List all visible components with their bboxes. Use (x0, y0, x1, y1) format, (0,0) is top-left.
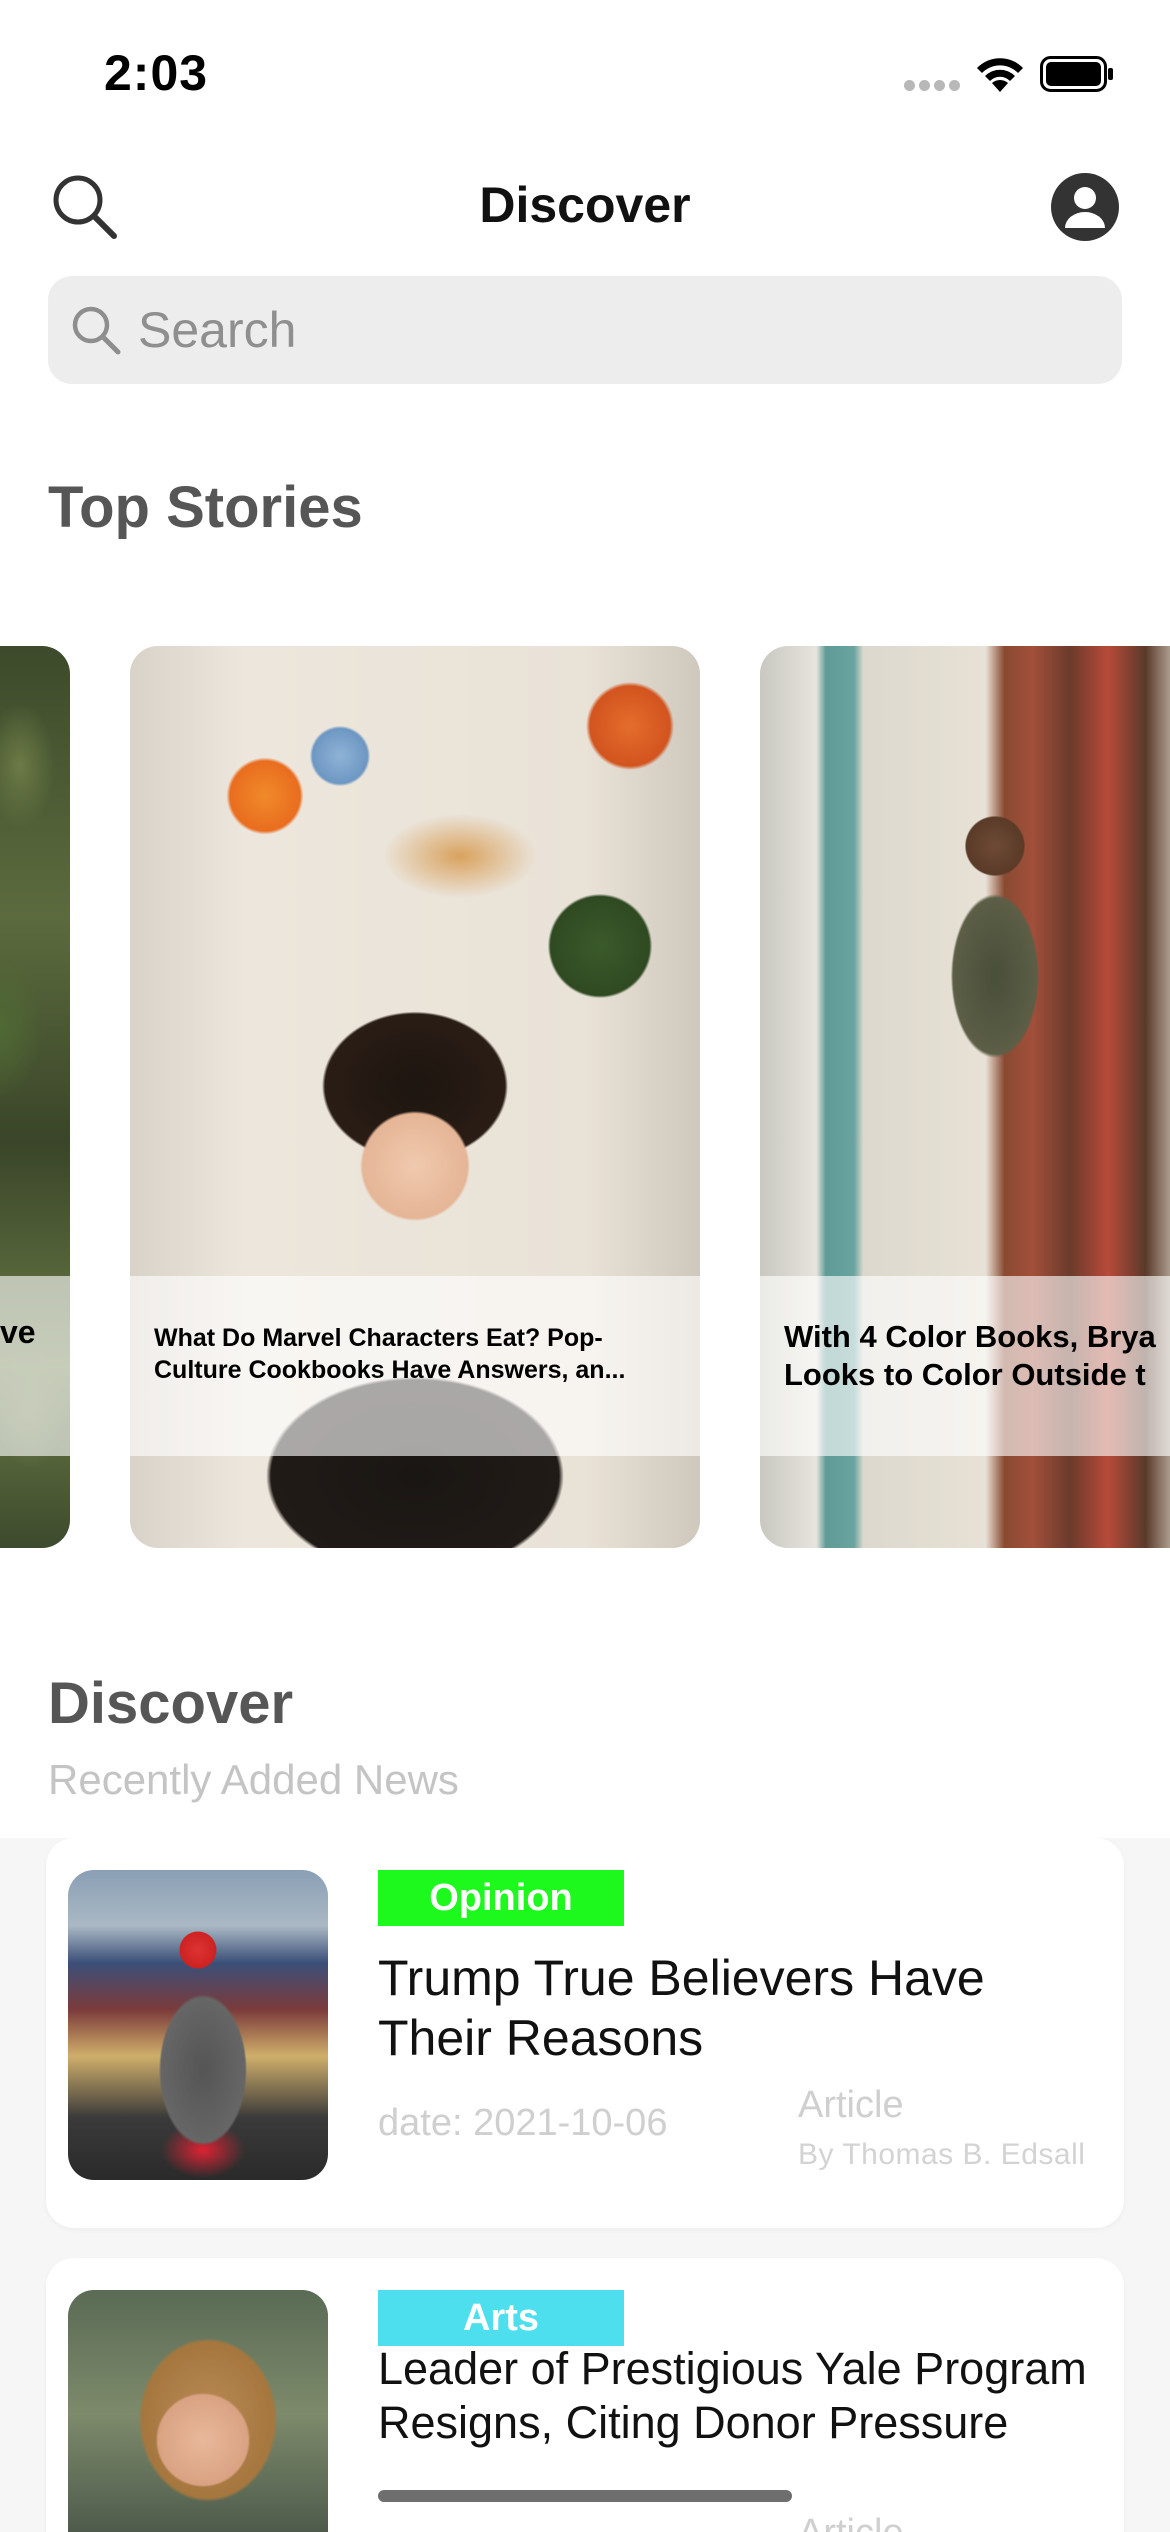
news-list[interactable]: Opinion Trump True Believers Have Their … (0, 1838, 1170, 2532)
story-title: ve (0, 1314, 36, 1350)
wifi-icon (977, 58, 1023, 92)
news-date: date: 2021-10-06 (378, 2102, 668, 2144)
battery-icon (1040, 56, 1113, 92)
news-thumbnail (68, 1870, 328, 2180)
home-indicator (378, 2490, 792, 2502)
cellular-signal-icon (904, 80, 960, 92)
search-field-icon (72, 306, 121, 355)
story-title: What Do Marvel Characters Eat? Pop-Cultu… (154, 1324, 626, 1384)
news-item[interactable]: Opinion Trump True Believers Have Their … (46, 1838, 1124, 2228)
top-stories-heading: Top Stories (48, 475, 363, 540)
category-tag: Arts (378, 2290, 624, 2346)
top-stories-carousel[interactable]: ve What Do Marvel Characters Eat? Pop-Cu… (0, 646, 1170, 1548)
news-thumbnail (68, 2290, 328, 2532)
status-bar: 2:03 (0, 0, 1170, 150)
story-title: With 4 Color Books, Brya Looks to Color … (784, 1319, 1156, 1392)
status-time: 2:03 (104, 45, 209, 101)
news-headline: Leader of Prestigious Yale Program Resig… (378, 2343, 1087, 2448)
discover-subtitle: Recently Added News (48, 1756, 459, 1803)
news-headline: Trump True Believers Have Their Reasons (378, 1950, 985, 2066)
story-card[interactable]: What Do Marvel Characters Eat? Pop-Cultu… (130, 646, 700, 1548)
story-caption-overlay (0, 1276, 70, 1456)
page-title: Discover (479, 177, 691, 233)
story-card[interactable]: With 4 Color Books, Brya Looks to Color … (760, 646, 1170, 1548)
search-input[interactable] (138, 296, 1078, 364)
search-bar[interactable] (48, 276, 1122, 384)
news-type: Article (798, 2512, 904, 2532)
navigation-bar: Discover (0, 160, 1170, 250)
category-tag: Opinion (378, 1870, 624, 1926)
news-type: Article (798, 2084, 904, 2126)
profile-icon[interactable] (1050, 172, 1120, 242)
story-card[interactable]: ve (0, 646, 70, 1548)
news-byline: By Thomas B. Edsall (798, 2138, 1086, 2171)
discover-heading: Discover (48, 1671, 294, 1736)
